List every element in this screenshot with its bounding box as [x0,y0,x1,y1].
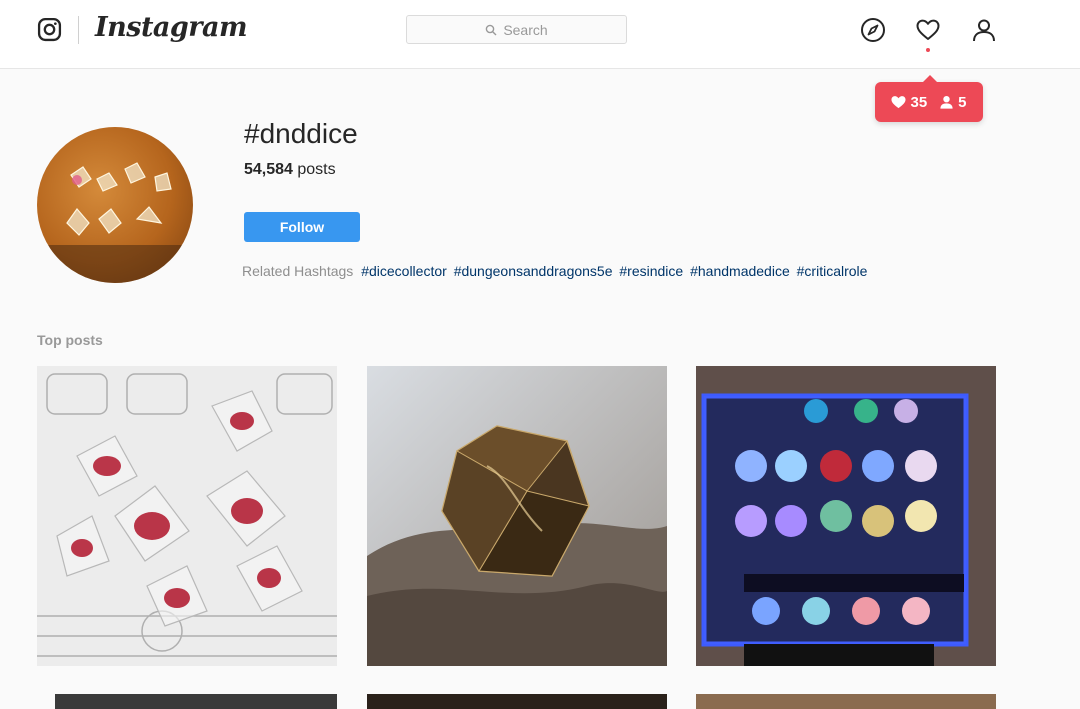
dice-display-case-photo [696,366,996,666]
related-hashtag-link[interactable]: #criticalrole [797,263,868,279]
instagram-wordmark[interactable]: Instagram [95,12,248,43]
post-thumbnail[interactable] [367,366,667,666]
post-thumbnail[interactable] [696,366,996,666]
related-hashtag-link[interactable]: #handmadedice [690,263,790,279]
hashtag-title: #dnddice [244,118,358,149]
post-thumbnail[interactable] [37,366,337,666]
heart-filled-icon [891,96,907,109]
post-thumbnail[interactable] [367,694,667,709]
related-hashtag-link[interactable]: #dicecollector [361,263,447,279]
related-hashtag-link[interactable]: #resindice [619,263,683,279]
related-hashtags: Related Hashtags #dicecollector #dungeon… [242,263,870,279]
hashtag-avatar [37,127,193,283]
likes-count: 35 [891,94,927,111]
related-hashtags-label: Related Hashtags [242,263,354,279]
top-posts-heading: Top posts [37,332,103,348]
person-filled-icon [940,96,953,109]
search-icon [486,24,497,35]
post-thumbnail[interactable] [55,694,337,709]
likes-count-value: 35 [910,93,928,111]
heart-icon[interactable] [915,17,941,43]
follows-count: 5 [939,93,967,111]
post-thumbnail[interactable] [696,694,996,709]
notification-dot [926,48,930,52]
follow-button[interactable]: Follow [244,212,360,242]
post-count-suffix: posts [292,161,336,178]
search-placeholder: Search [503,21,548,38]
post-count: 54,584 posts [244,161,336,179]
follows-count-value: 5 [958,93,967,111]
activity-popover[interactable]: 35 5 [875,75,983,122]
compass-icon[interactable] [860,17,886,43]
instagram-glyph-icon[interactable] [37,17,62,42]
dice-avatar-image [37,162,193,283]
person-icon[interactable] [971,17,997,43]
search-input[interactable]: Search [406,15,627,44]
top-nav-bar: Instagram Search [0,0,1080,69]
logo-divider [78,16,79,44]
post-count-value: 54,584 [244,161,293,178]
red-resin-dice-photo [37,366,337,666]
related-hashtag-link[interactable]: #dungeonsanddragons5e [454,263,613,279]
amber-d20-photo [367,366,667,666]
